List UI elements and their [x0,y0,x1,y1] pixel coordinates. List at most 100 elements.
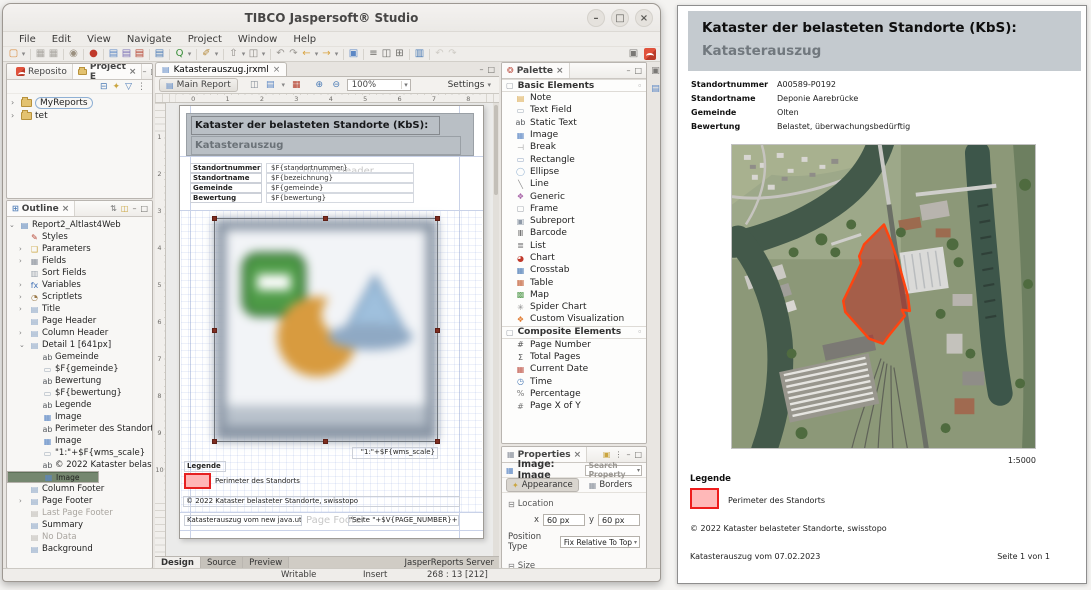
palette-item[interactable]: ▭Text Field [502,104,646,116]
legend-swatch-element[interactable] [184,473,211,489]
panel-tool-icon[interactable]: ◫ [121,204,129,213]
toolbar-icon[interactable]: ◫ [380,47,393,61]
copyright-element[interactable]: © 2022 Kataster belasteter Standorte, sw… [183,496,460,507]
menu-item[interactable]: Edit [44,34,79,45]
close-tab-icon[interactable]: × [62,204,70,214]
canvas-scrollbar[interactable] [493,103,499,556]
outline-item[interactable]: › ▤ Column Header [7,327,152,339]
properties-tab[interactable]: ▦ ·Ima [642,479,647,491]
selection-handle[interactable] [212,328,217,333]
toolbar-icon[interactable]: ▾ [313,47,320,61]
toolbar-icon[interactable]: ✐ [200,47,213,61]
menu-icon[interactable]: ⋮ [614,450,622,459]
scale-text-field[interactable]: "1:"+$F{wms_scale} [352,447,438,459]
toolbar-icon[interactable]: ▾ [260,47,267,61]
palette-item[interactable]: ≣List [502,240,646,252]
toolbar-icon[interactable] [429,49,430,60]
toolbar-icon[interactable]: ▦ [34,47,47,61]
jaspersoft-logo-icon[interactable] [644,48,656,60]
toolbar-icon[interactable]: ▾ [213,47,220,61]
toolbar-icon[interactable]: ← [300,47,313,61]
tab-project-explorer[interactable]: Project E × [73,64,143,79]
zoom-level-combo[interactable]: 100%▾ [347,79,411,91]
position-type-select[interactable]: Fix Relative To Top▾ [560,536,640,548]
outline-item[interactable]: › ▤ Title [7,303,152,315]
palette-item[interactable]: ▦Image [502,129,646,141]
properties-tab[interactable]: ▦ Borders [584,479,638,491]
selection-handle[interactable] [323,216,328,221]
panel-maximize-icon[interactable]: □ [634,450,642,459]
toolbar-icon[interactable]: → [320,47,333,61]
toolbar-icon[interactable]: ● [87,47,100,61]
toolbar-icon[interactable]: ▤ [133,47,146,61]
toolbar-icon[interactable]: ⇧ [227,47,240,61]
toolbar-icon[interactable] [149,49,150,60]
panel-minimize-icon[interactable]: – [142,67,146,76]
outline-item[interactable]: › ❑ Parameters [7,243,152,255]
toolbar-icon[interactable]: ▤ [120,47,133,61]
toolbar-icon[interactable] [363,49,364,60]
footer-page-element[interactable]: "Seite "+$V{PAGE_NUMBER}+" von"" " + [348,515,459,526]
design-field-row[interactable]: Standortname $F{bezeichnung} [190,173,414,183]
panel-tool-icon[interactable]: ▽ [125,82,132,92]
design-field-row[interactable]: Bewertung $F{bewertung} [190,193,414,203]
outline-item[interactable]: › ◔ Scriptlets [7,291,152,303]
search-property-input[interactable]: Search Property▾ [585,465,642,476]
panel-tool-icon[interactable]: ⊟ [100,82,108,92]
report-design-page[interactable]: Kataster der belasteten Standorte (KbS):… [179,105,484,539]
panel-maximize-icon[interactable]: □ [140,204,148,213]
toolbar-icon[interactable] [83,49,84,60]
panel-maximize-icon[interactable]: □ [487,65,495,74]
zoom-in-icon[interactable]: ⊕ [313,78,326,92]
editor-toolbar-icon[interactable]: ▦ [290,78,303,92]
editor-toolbar-icon[interactable]: ▤ [264,78,277,92]
legend-title-element[interactable]: Legende [184,461,226,472]
toolbar-icon[interactable] [196,49,197,60]
palette-item[interactable]: ⅢBarcode [502,227,646,239]
panel-minimize-icon[interactable]: – [626,66,630,75]
outline-item[interactable]: ▦ Image [7,471,99,483]
design-canvas[interactable]: 12345678910 Kataster der belasteten Stan… [155,103,499,556]
zoom-out-icon[interactable]: ⊖ [330,78,343,92]
palette-item[interactable]: ❖Generic [502,190,646,202]
toolbar-icon[interactable] [270,49,271,60]
outline-item[interactable]: ab © 2022 Kataster belasteter Sta [7,459,152,471]
tab-outline[interactable]: ⊞ Outline × [7,201,75,216]
palette-item[interactable]: ΣTotal Pages [502,351,646,363]
palette-item[interactable]: ▦Current Date [502,363,646,375]
palette-item[interactable]: ▦Table [502,276,646,288]
palette-item[interactable]: ✳Spider Chart [502,301,646,313]
collapse-icon[interactable]: ◦ [638,82,642,90]
tab-repository-explorer[interactable]: Reposito [7,64,73,79]
toolbar-icon[interactable]: ▤ [107,47,120,61]
toolbar-icon[interactable] [103,49,104,60]
palette-section-header[interactable]: ▢ Basic Elements ◦ [502,79,646,92]
map-image-element-selected[interactable] [214,218,438,442]
palette-item[interactable]: ▤Note [502,92,646,104]
toolbar-icon[interactable]: ▾ [333,47,340,61]
outline-item[interactable]: ab Perimeter des Standorts [7,423,152,435]
outline-item[interactable]: ⌄ ▤ Detail 1 [641px] [7,339,152,351]
toolbar-icon[interactable]: ≡ [367,47,380,61]
outline-item[interactable]: ▭ $F{bewertung} [7,387,152,399]
menu-item[interactable]: Window [230,34,285,45]
outline-item[interactable]: ▤ Background [7,543,152,555]
toolbar-icon[interactable]: ↷ [446,47,459,61]
palette-item[interactable]: ▩Map [502,289,646,301]
toolbar-icon[interactable] [223,49,224,60]
project-tree-item[interactable]: › MyReports [7,96,152,109]
toolbar-icon[interactable] [169,49,170,60]
menu-item[interactable]: File [11,34,44,45]
close-tab-icon[interactable]: × [273,65,281,75]
outline-item[interactable]: › fx Variables [7,279,152,291]
location-section-header[interactable]: ⊟ Location [502,493,646,511]
toolbar-icon[interactable]: ▦ [47,47,60,61]
main-report-button[interactable]: ▤ Main Report [159,78,238,92]
report-preview-window[interactable]: Kataster der belasteten Standorte (KbS):… [677,5,1087,584]
outline-item[interactable]: › ▦ Fields [7,255,152,267]
panel-maximize-icon[interactable]: □ [150,67,153,76]
palette-item[interactable]: ▢Frame [502,203,646,215]
outline-item[interactable]: ▤ Column Footer [7,483,152,495]
fast-view-icon[interactable]: ▣ [651,66,660,76]
menu-item[interactable]: Navigate [119,34,180,45]
